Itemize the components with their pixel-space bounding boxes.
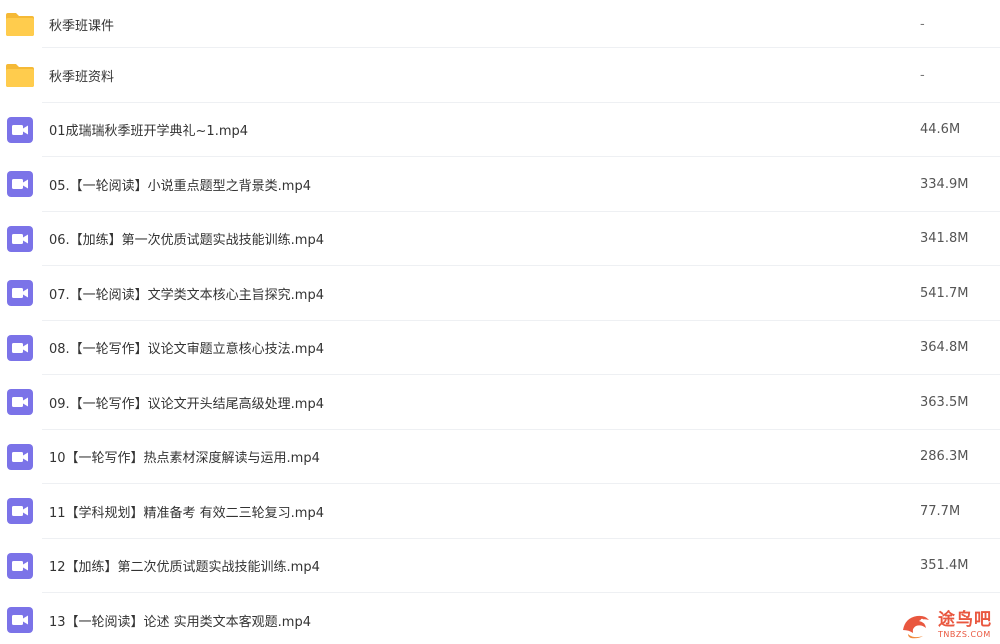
- video-icon: [0, 279, 40, 307]
- video-icon: [0, 443, 40, 471]
- file-name[interactable]: 01成瑞瑞秋季班开学典礼~1.mp4: [49, 120, 248, 139]
- list-item[interactable]: 01成瑞瑞秋季班开学典礼~1.mp4 44.6M: [0, 103, 1000, 157]
- watermark: 途鸟吧 TNBZS.COM: [899, 608, 992, 642]
- video-icon: [0, 170, 40, 198]
- list-item[interactable]: 06.【加练】第一次优质试题实战技能训练.mp4 341.8M: [0, 212, 1000, 266]
- file-name[interactable]: 12【加练】第二次优质试题实战技能训练.mp4: [49, 556, 320, 575]
- video-icon: [0, 606, 40, 634]
- video-icon: [0, 334, 40, 362]
- list-item[interactable]: 07.【一轮阅读】文学类文本核心主旨探究.mp4 541.7M: [0, 266, 1000, 321]
- file-name[interactable]: 05.【一轮阅读】小说重点题型之背景类.mp4: [49, 175, 311, 194]
- file-size: 286.3M: [920, 449, 969, 465]
- watermark-subtitle: TNBZS.COM: [938, 629, 991, 639]
- file-name[interactable]: 09.【一轮写作】议论文开头结尾高级处理.mp4: [49, 393, 324, 412]
- list-item[interactable]: 11【学科规划】精准备考 有效二三轮复习.mp4 77.7M: [0, 484, 1000, 539]
- file-size: 363.5M: [920, 394, 969, 410]
- file-name[interactable]: 08.【一轮写作】议论文审题立意核心技法.mp4: [49, 338, 324, 357]
- file-size: 77.7M: [920, 503, 961, 519]
- file-size: 334.9M: [920, 176, 969, 192]
- file-name[interactable]: 07.【一轮阅读】文学类文本核心主旨探究.mp4: [49, 284, 324, 303]
- file-name[interactable]: 秋季班课件: [49, 15, 114, 34]
- list-item[interactable]: 12【加练】第二次优质试题实战技能训练.mp4 351.4M: [0, 539, 1000, 593]
- file-size: 541.7M: [920, 285, 969, 301]
- watermark-title: 途鸟吧: [938, 609, 992, 630]
- video-icon: [0, 497, 40, 525]
- folder-icon: [0, 10, 40, 38]
- list-item[interactable]: 秋季班资料 -: [0, 48, 1000, 103]
- file-name[interactable]: 10【一轮写作】热点素材深度解读与运用.mp4: [49, 447, 320, 466]
- file-size: -: [920, 16, 925, 32]
- list-item[interactable]: 09.【一轮写作】议论文开头结尾高级处理.mp4 363.5M: [0, 375, 1000, 430]
- video-icon: [0, 552, 40, 580]
- file-size: 364.8M: [920, 340, 969, 356]
- list-item[interactable]: 08.【一轮写作】议论文审题立意核心技法.mp4 364.8M: [0, 321, 1000, 375]
- file-name[interactable]: 11【学科规划】精准备考 有效二三轮复习.mp4: [49, 502, 324, 521]
- file-size: 351.4M: [920, 558, 969, 574]
- bird-logo-icon: [903, 615, 929, 639]
- video-icon: [0, 116, 40, 144]
- file-name[interactable]: 秋季班资料: [49, 66, 114, 85]
- file-size: 44.6M: [920, 122, 961, 138]
- list-item[interactable]: 10【一轮写作】热点素材深度解读与运用.mp4 286.3M: [0, 430, 1000, 484]
- list-item[interactable]: 13【一轮阅读】论述 实用类文本客观题.mp4: [0, 593, 1000, 644]
- video-icon: [0, 388, 40, 416]
- file-list: 秋季班课件 - 秋季班资料 - 01成瑞瑞秋季班开学典礼~1.mp4 44.6M…: [0, 0, 1000, 644]
- video-icon: [0, 225, 40, 253]
- list-item[interactable]: 秋季班课件 -: [0, 0, 1000, 48]
- file-name[interactable]: 13【一轮阅读】论述 实用类文本客观题.mp4: [49, 611, 311, 630]
- folder-icon: [0, 61, 40, 89]
- list-item[interactable]: 05.【一轮阅读】小说重点题型之背景类.mp4 334.9M: [0, 157, 1000, 212]
- file-name[interactable]: 06.【加练】第一次优质试题实战技能训练.mp4: [49, 229, 324, 248]
- file-size: 341.8M: [920, 231, 969, 247]
- file-size: -: [920, 67, 925, 83]
